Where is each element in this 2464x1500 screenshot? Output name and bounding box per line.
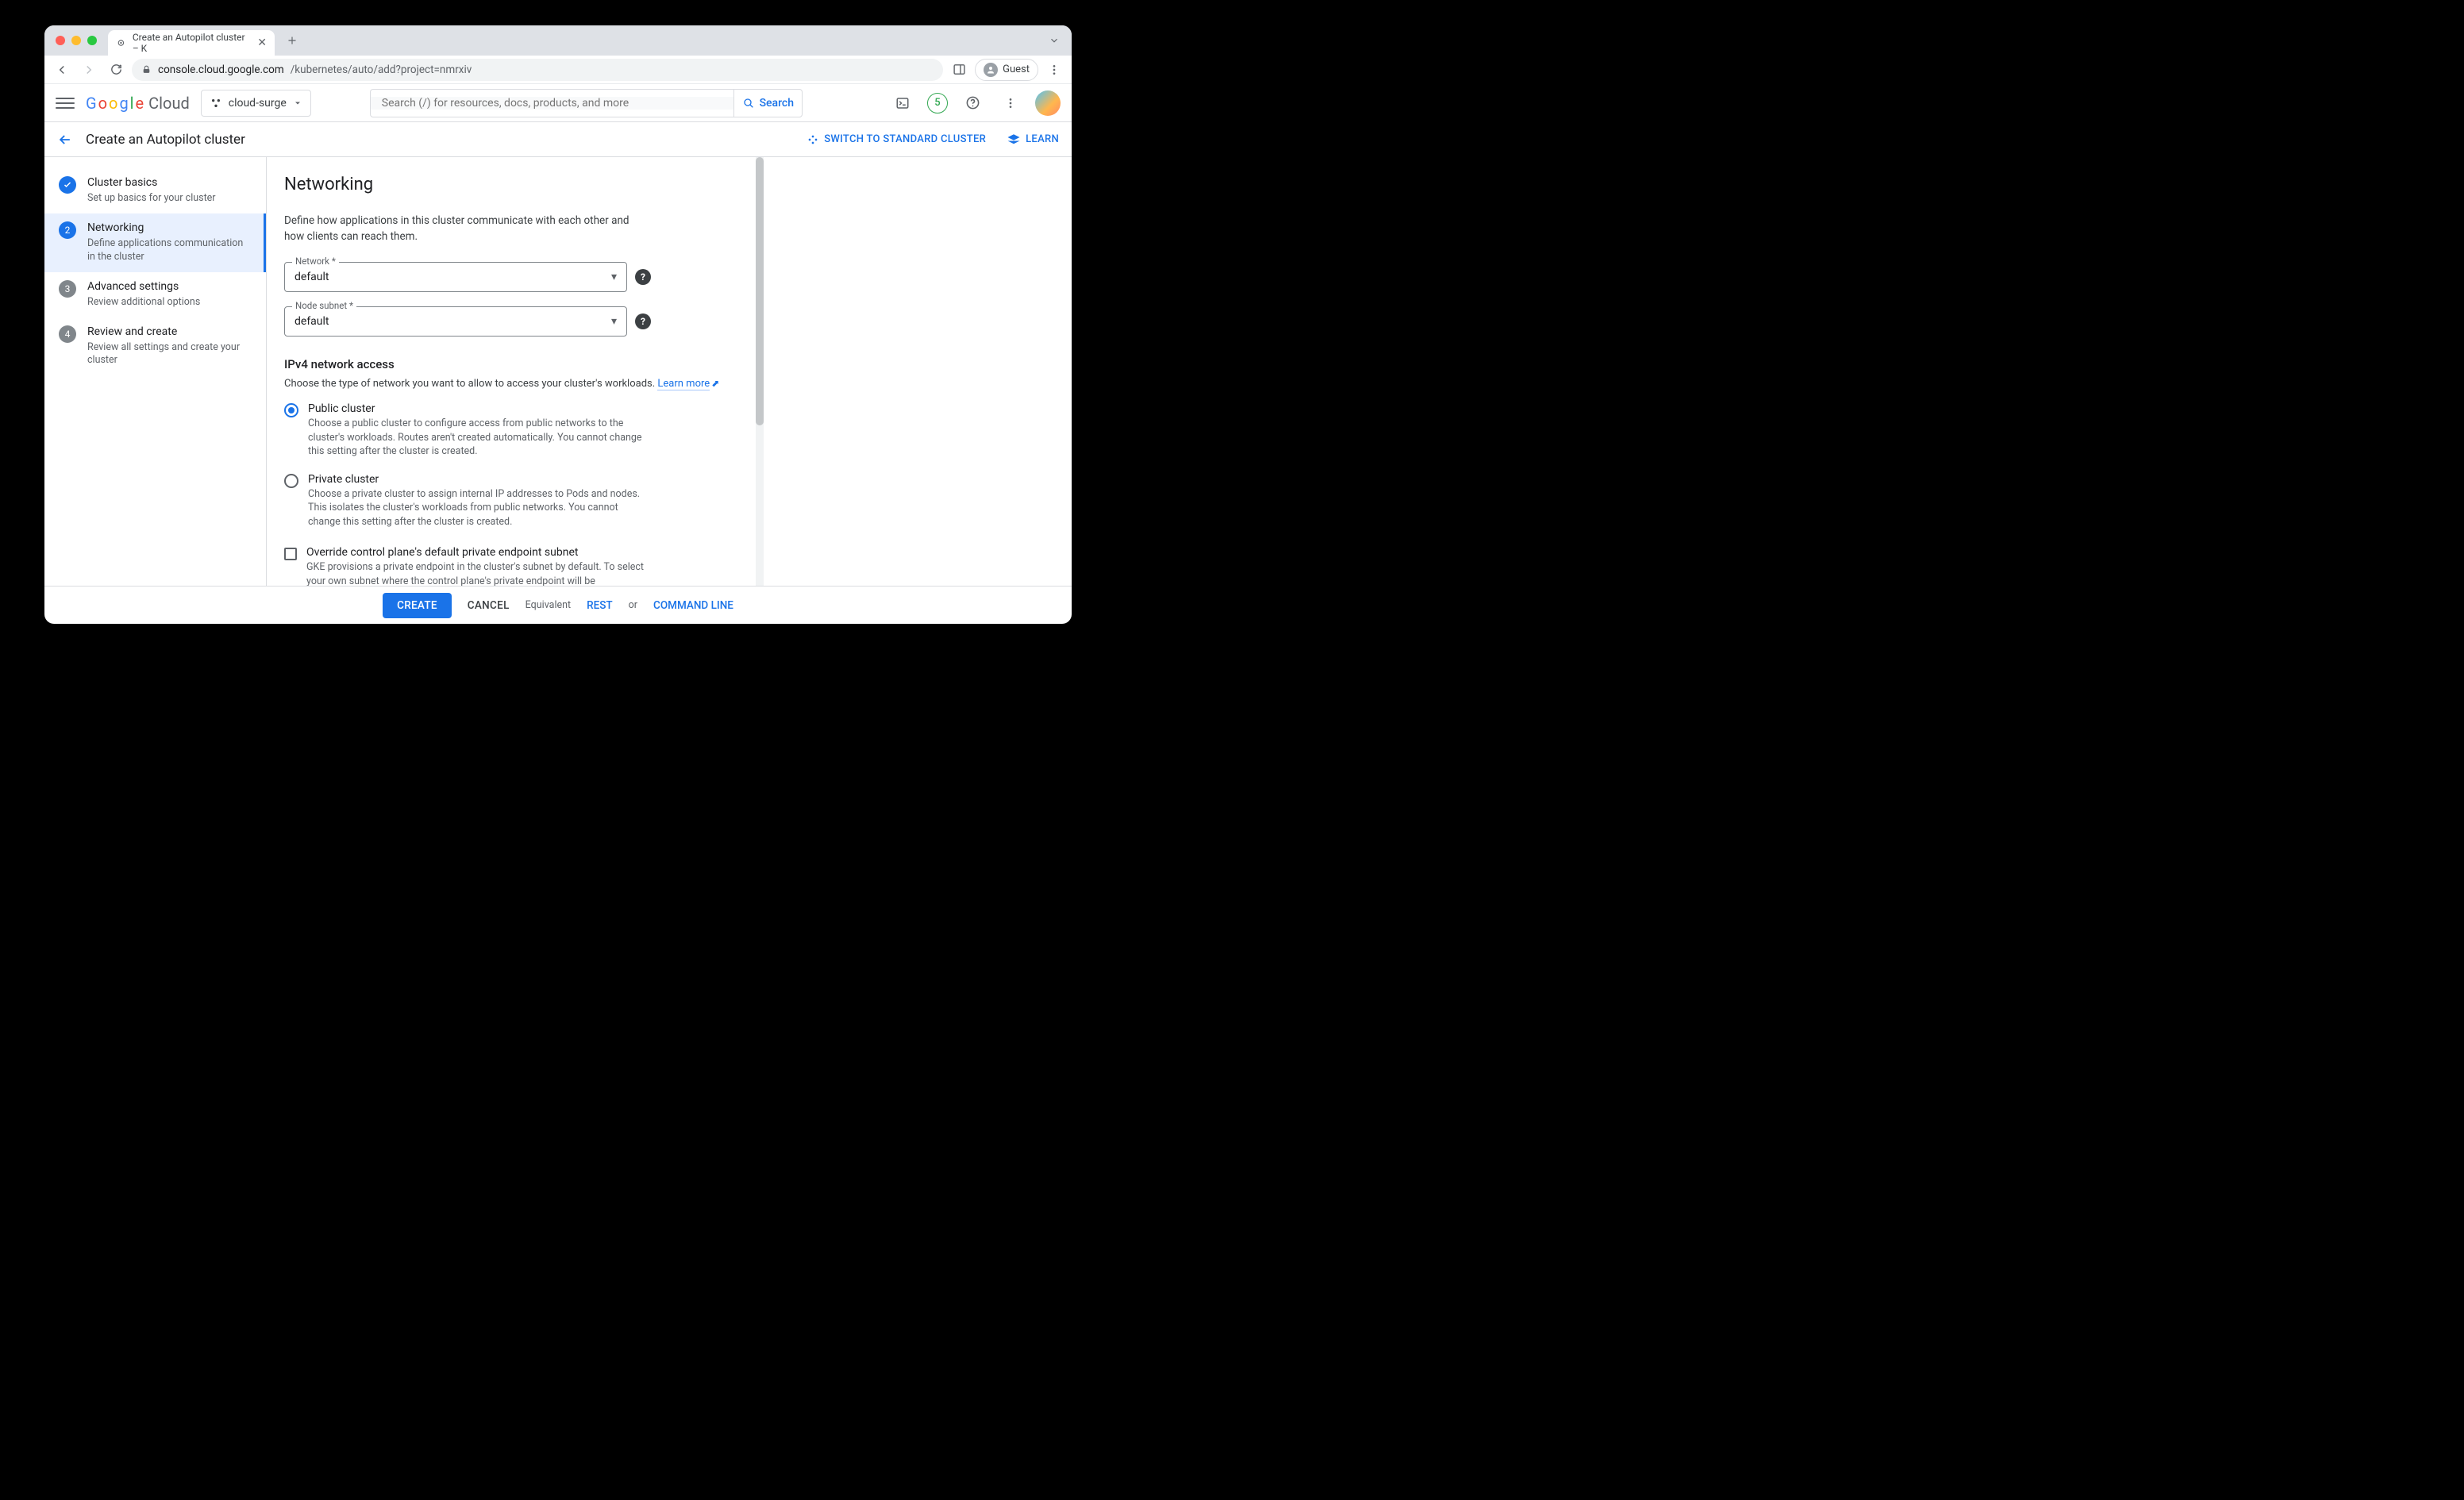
step-number-icon: 3	[59, 280, 76, 298]
chrome-chevron-icon[interactable]	[1037, 25, 1072, 56]
switch-cluster-button[interactable]: SWITCH TO STANDARD CLUSTER	[807, 133, 986, 146]
profile-label: Guest	[1003, 63, 1030, 75]
search-box: Search	[370, 89, 803, 117]
new-tab-button[interactable]	[281, 29, 303, 52]
cancel-button[interactable]: CANCEL	[468, 599, 510, 612]
network-help-icon[interactable]: ?	[635, 269, 651, 285]
search-input[interactable]	[371, 97, 733, 110]
window-controls	[44, 36, 108, 45]
radio-icon	[284, 474, 298, 488]
window-zoom-button[interactable]	[87, 36, 97, 45]
main-content: Networking Define how applications in th…	[267, 157, 756, 586]
project-name: cloud-surge	[229, 97, 287, 110]
external-link-icon: ⬈	[711, 378, 719, 389]
notifications-button[interactable]: 5	[927, 93, 948, 113]
project-picker[interactable]: cloud-surge	[201, 90, 311, 117]
step-number-icon: 2	[59, 221, 76, 239]
learn-button[interactable]: LEARN	[1007, 133, 1059, 147]
section-intro: Define how applications in this cluster …	[284, 213, 649, 244]
wizard-sidebar: Cluster basicsSet up basics for your clu…	[44, 157, 267, 586]
wizard-step-cluster-basics[interactable]: Cluster basicsSet up basics for your clu…	[44, 168, 266, 213]
window-close-button[interactable]	[56, 36, 65, 45]
chevron-down-icon	[293, 98, 302, 108]
chevron-down-icon: ▾	[611, 315, 617, 328]
back-button[interactable]	[57, 132, 73, 148]
ipv4-learn-more-link[interactable]: Learn more	[657, 378, 710, 390]
ipv4-description: Choose the type of network you want to a…	[284, 378, 738, 390]
search-button[interactable]: Search	[733, 90, 802, 117]
learn-icon	[1007, 133, 1021, 147]
cloud-console-header: Google Cloud cloud-surge Search 5	[44, 84, 1072, 122]
google-cloud-logo[interactable]: Google Cloud	[86, 94, 190, 113]
user-avatar[interactable]	[1035, 90, 1061, 116]
nav-back-button[interactable]	[51, 59, 73, 81]
browser-tab[interactable]: Create an Autopilot cluster – K ✕	[108, 30, 275, 56]
url-host: console.cloud.google.com	[158, 63, 284, 76]
wizard-step-networking[interactable]: 2 NetworkingDefine applications communic…	[44, 213, 266, 272]
step-check-icon	[59, 176, 76, 194]
project-icon	[210, 97, 222, 110]
cloud-shell-button[interactable]	[889, 90, 916, 117]
tab-title: Create an Autopilot cluster – K	[133, 32, 251, 54]
page-sub-header: Create an Autopilot cluster SWITCH TO ST…	[44, 122, 1072, 157]
side-panel-button[interactable]	[948, 59, 970, 81]
guest-avatar-icon	[984, 63, 998, 77]
step-number-icon: 4	[59, 325, 76, 343]
nav-menu-button[interactable]	[56, 94, 75, 113]
scrollbar-track[interactable]	[756, 157, 764, 586]
chrome-menu-button[interactable]	[1043, 59, 1065, 81]
url-path: /kubernetes/auto/add?project=nmrxiv	[291, 63, 472, 76]
address-bar[interactable]: console.cloud.google.com/kubernetes/auto…	[132, 59, 943, 81]
help-button[interactable]	[959, 90, 986, 117]
wizard-step-advanced[interactable]: 3 Advanced settingsReview additional opt…	[44, 272, 266, 317]
radio-icon	[284, 403, 298, 417]
chrome-toolbar: console.cloud.google.com/kubernetes/auto…	[44, 56, 1072, 84]
chrome-tab-strip: Create an Autopilot cluster – K ✕	[44, 25, 1072, 56]
switch-icon	[807, 133, 819, 146]
nav-reload-button[interactable]	[105, 59, 127, 81]
rest-link[interactable]: REST	[587, 599, 613, 612]
private-cluster-radio[interactable]: Private cluster Choose a private cluster…	[284, 473, 738, 529]
search-icon	[742, 97, 755, 110]
section-heading: Networking	[284, 175, 738, 194]
lock-icon	[141, 64, 152, 75]
create-button[interactable]: CREATE	[383, 593, 452, 618]
page-title: Create an Autopilot cluster	[86, 132, 245, 148]
wizard-step-review[interactable]: 4 Review and createReview all settings a…	[44, 317, 266, 376]
ipv4-heading: IPv4 network access	[284, 357, 738, 371]
more-button[interactable]	[997, 90, 1024, 117]
browser-window: Create an Autopilot cluster – K ✕ consol…	[44, 25, 1072, 624]
page-body: Cluster basicsSet up basics for your clu…	[44, 157, 1072, 586]
window-minimize-button[interactable]	[71, 36, 81, 45]
override-subnet-checkbox[interactable]: Override control plane's default private…	[284, 546, 738, 586]
subnet-help-icon[interactable]: ?	[635, 313, 651, 329]
public-cluster-radio[interactable]: Public cluster Choose a public cluster t…	[284, 402, 738, 459]
tab-close-icon[interactable]: ✕	[257, 37, 267, 48]
checkbox-icon	[284, 548, 297, 560]
equivalent-label: Equivalent	[526, 599, 571, 611]
or-label: or	[629, 599, 637, 611]
chevron-down-icon: ▾	[611, 271, 617, 283]
command-line-link[interactable]: COMMAND LINE	[653, 599, 733, 612]
tab-favicon-icon	[116, 37, 126, 48]
network-field-label: Network *	[292, 256, 339, 267]
scrollbar-thumb[interactable]	[756, 157, 764, 425]
logo-suffix: Cloud	[148, 94, 190, 113]
profile-chip[interactable]: Guest	[975, 59, 1038, 81]
nav-forward-button[interactable]	[78, 59, 100, 81]
footer-action-bar: CREATE CANCEL Equivalent REST or COMMAND…	[44, 586, 1072, 624]
subnet-field-label: Node subnet *	[292, 300, 356, 311]
